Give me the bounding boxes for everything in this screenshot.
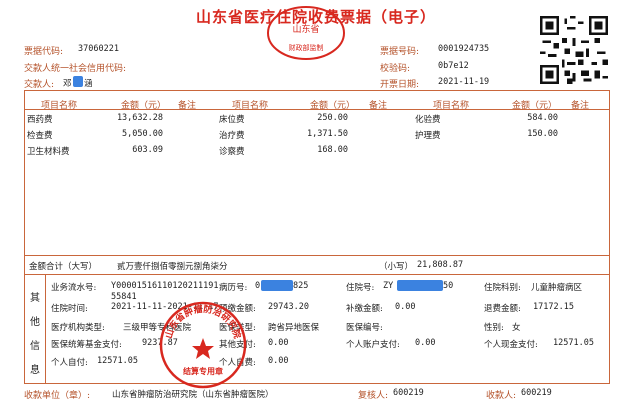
item-name: 化验费 (415, 115, 441, 125)
hospital-number-label: 住院号: (346, 283, 375, 293)
header-item-name-2: 项目名称 (232, 101, 269, 111)
item-amount: 150.00 (527, 129, 558, 139)
item-amount: 168.00 (317, 145, 348, 155)
other-info-side-label: 息 (30, 365, 40, 376)
qr-code-icon (540, 16, 608, 84)
checker-value: 600219 (393, 388, 424, 398)
header-amount-2: 金额（元） (310, 101, 356, 111)
item-name: 检查费 (27, 131, 53, 141)
item-name: 西药费 (27, 115, 53, 125)
hospital-number-redaction (397, 280, 443, 291)
prepay-value: 29743.20 (268, 302, 309, 312)
seal-bottom-ring-text: 山东省肿瘤防治研究院 (162, 303, 243, 340)
item-name: 护理费 (415, 131, 441, 141)
item-name: 诊察费 (219, 147, 245, 157)
item-name: 床位费 (219, 115, 245, 125)
check-code-label: 校验码: (380, 64, 411, 74)
payer-credit-code-label: 交款人统一社会信用代码: (24, 64, 127, 74)
check-code-value: 0b7e12 (438, 61, 469, 71)
invoice-number-label: 票据号码: (380, 47, 420, 57)
gender-label: 性别: (484, 323, 504, 333)
seal-top-line2: 财政部监制 (289, 43, 324, 52)
department-value: 儿童肿瘤病区 (531, 283, 583, 293)
item-amount: 5,050.00 (122, 129, 163, 139)
other-info-side-label: 信 (30, 341, 40, 352)
gender-value: 女 (512, 323, 521, 333)
item-amount: 603.09 (132, 145, 163, 155)
supplement-value: 0.00 (395, 302, 416, 312)
payee-unit-label: 收款单位（章）: (24, 391, 91, 401)
refund-label: 退费金额: (484, 304, 521, 314)
org-type-label: 医疗机构类型: (51, 323, 105, 333)
department-label: 住院科别: (484, 283, 521, 293)
supplement-label: 补缴金额: (346, 304, 383, 314)
other-pay-value: 0.00 (268, 338, 289, 348)
item-amount: 13,632.28 (116, 113, 163, 123)
item-amount: 250.00 (317, 113, 348, 123)
invoice-code-label: 票据代码: (24, 47, 64, 57)
header-note-2: 备注 (369, 101, 388, 111)
self-expense-value: 0.00 (268, 356, 289, 366)
header-item-name-3: 项目名称 (433, 101, 470, 111)
invoice-number-value: 0001924735 (438, 44, 490, 54)
case-number-part1: 0 (255, 281, 261, 291)
invoice-table: 项目名称 金额（元） 备注 项目名称 金额（元） 备注 项目名称 金额（元） 备… (24, 90, 610, 384)
item-name: 卫生材料费 (27, 147, 70, 157)
seal-bottom-band-text: 结算专用章 (183, 366, 223, 376)
total-small-value: 21,808.87 (417, 260, 464, 270)
payee-label: 收款人: (486, 391, 517, 401)
self-pay-label: 个人自付: (51, 358, 88, 368)
payee-value: 600219 (521, 388, 552, 398)
hospital-number-part2: 50 (443, 281, 454, 291)
serial-value-line2: 55841 (111, 292, 137, 302)
personal-cash-value: 12571.05 (553, 338, 594, 348)
header-item-name-1: 项目名称 (41, 101, 78, 111)
invoice-code-value: 37060221 (78, 44, 119, 54)
other-info-side-label: 他 (30, 317, 40, 328)
item-amount: 584.00 (527, 113, 558, 123)
insurance-type-value: 跨省异地医保 (268, 323, 320, 333)
payer-name-part1: 邓 (63, 79, 72, 89)
personal-cash-label: 个人现金支付: (484, 340, 538, 350)
seal-top-line1: 山东省 (292, 23, 319, 35)
issue-date-value: 2021-11-19 (438, 77, 490, 87)
total-small-label: （小写） (379, 262, 414, 272)
case-number-label: 病历号: (219, 283, 248, 293)
payer-name-redaction (73, 76, 83, 87)
case-number-part2: 825 (293, 281, 309, 291)
header-note-1: 备注 (178, 101, 197, 111)
hospital-number-part1: ZY (383, 281, 394, 291)
header-note-3: 备注 (571, 101, 590, 111)
header-amount-3: 金额（元） (512, 101, 558, 111)
finance-seal-icon: 山东省 财政部监制 (267, 6, 345, 60)
payee-unit-value: 山东省肿瘤防治研究院（山东省肿瘤医院） (112, 390, 274, 400)
personal-account-value: 0.00 (415, 338, 436, 348)
payer-name-part2: 涵 (84, 79, 93, 89)
refund-value: 17172.15 (533, 302, 574, 312)
total-upper-value: 贰万壹仟捌佰零捌元捌角柒分 (117, 262, 228, 272)
total-upper-label: 金额合计（大写） (29, 262, 98, 272)
stay-period-label: 住院时间: (51, 304, 88, 314)
payer-label: 交款人: (24, 80, 55, 90)
header-amount-1: 金额（元） (121, 101, 167, 111)
item-amount: 1,371.50 (307, 129, 348, 139)
insurance-number-label: 医保编号: (346, 323, 383, 333)
case-number-redaction (261, 280, 293, 291)
checker-label: 复核人: (358, 391, 389, 401)
serial-value-line1: Y00001516110120211191 (111, 281, 219, 291)
personal-account-label: 个人账户支付: (346, 340, 400, 350)
fund-pay-label: 医保统筹基金支付: (51, 340, 122, 350)
settlement-seal-icon: 山东省肿瘤防治研究院 结算专用章 (159, 301, 247, 389)
issue-date-label: 开票日期: (380, 80, 420, 90)
item-name: 治疗费 (219, 131, 245, 141)
serial-label: 业务流水号: (51, 283, 97, 293)
other-info-side-label: 其 (30, 293, 40, 304)
svg-text:山东省肿瘤防治研究院: 山东省肿瘤防治研究院 (162, 303, 243, 340)
self-pay-value: 12571.05 (97, 356, 138, 366)
